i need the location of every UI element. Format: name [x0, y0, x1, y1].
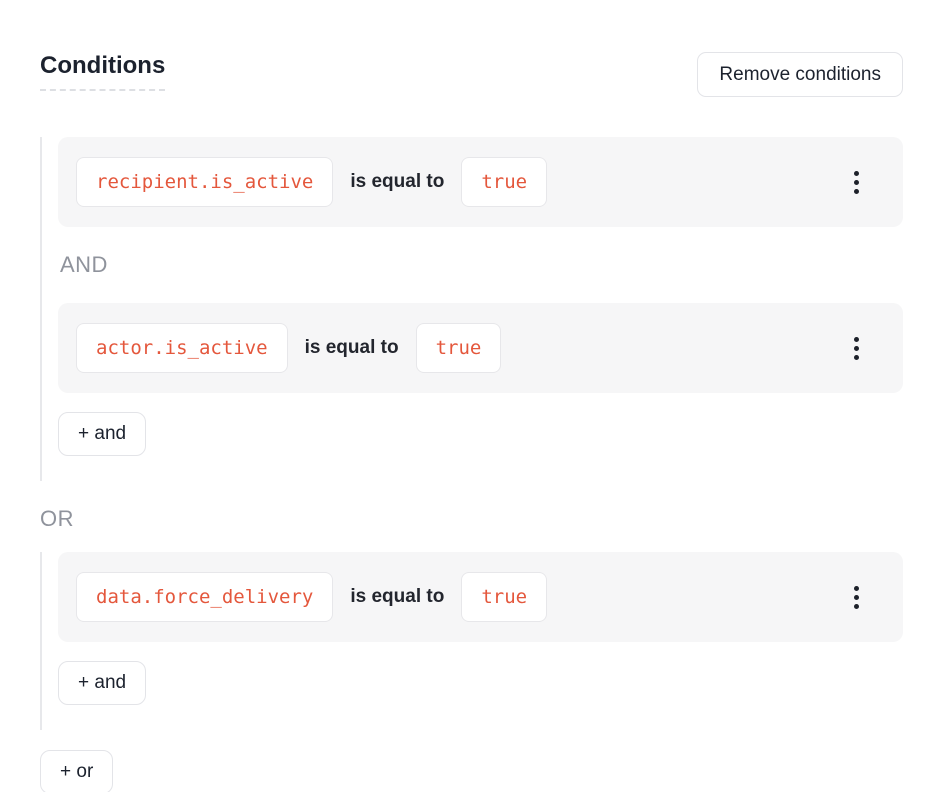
condition-row: actor.is_active is equal to true	[58, 303, 903, 393]
value-chip[interactable]: true	[416, 323, 502, 373]
and-connector-label: AND	[60, 254, 903, 276]
add-or-button[interactable]: + or	[40, 750, 113, 792]
condition-row: recipient.is_active is equal to true	[58, 137, 903, 227]
or-connector-label: OR	[40, 508, 903, 530]
page-title: Conditions	[40, 52, 165, 91]
operator-label: is equal to	[305, 337, 399, 359]
condition-group-2: data.force_delivery is equal to true + a…	[40, 552, 903, 730]
kebab-menu-icon[interactable]	[846, 331, 867, 366]
value-chip[interactable]: true	[461, 157, 547, 207]
field-chip[interactable]: data.force_delivery	[76, 572, 333, 622]
kebab-menu-icon[interactable]	[846, 165, 867, 200]
conditions-panel: Conditions Remove conditions recipient.i…	[0, 0, 946, 792]
add-and-button[interactable]: + and	[58, 412, 146, 456]
field-chip[interactable]: recipient.is_active	[76, 157, 333, 207]
conditions-header: Conditions Remove conditions	[40, 52, 903, 97]
value-chip[interactable]: true	[461, 572, 547, 622]
kebab-menu-icon[interactable]	[846, 580, 867, 615]
operator-label: is equal to	[350, 586, 444, 608]
condition-row: data.force_delivery is equal to true	[58, 552, 903, 642]
add-and-button[interactable]: + and	[58, 661, 146, 705]
field-chip[interactable]: actor.is_active	[76, 323, 288, 373]
operator-label: is equal to	[350, 171, 444, 193]
condition-group-1: recipient.is_active is equal to true AND…	[40, 137, 903, 481]
remove-conditions-button[interactable]: Remove conditions	[697, 52, 903, 97]
